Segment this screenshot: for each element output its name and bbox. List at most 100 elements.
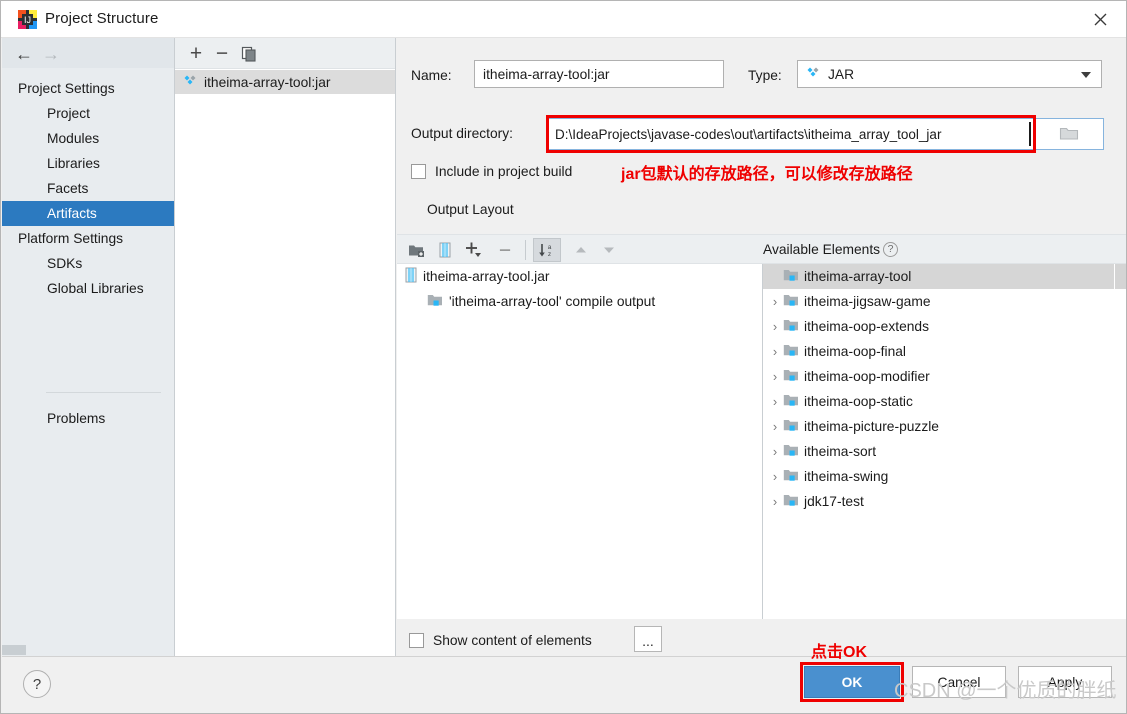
list-item[interactable]: › itheima-oop-extends: [763, 314, 1126, 339]
arrow-up-icon[interactable]: [569, 238, 593, 262]
module-output-icon: [783, 443, 799, 460]
available-elements-list: itheima-array-tool › itheima-jigsaw-game…: [763, 264, 1126, 619]
type-dropdown[interactable]: JAR: [797, 60, 1102, 88]
artifact-list-item[interactable]: itheima-array-tool:jar: [175, 70, 395, 94]
close-icon[interactable]: [1073, 1, 1126, 37]
sidebar-horizontal-scrollbar[interactable]: [2, 644, 174, 656]
folder-icon: [1059, 125, 1079, 144]
artifact-jar-icon: [183, 74, 197, 91]
artifact-jar-icon: [806, 66, 820, 83]
module-output-icon: [783, 318, 799, 335]
sidebar-item-sdks[interactable]: SDKs: [2, 251, 174, 276]
tree-row[interactable]: 'itheima-array-tool' compile output: [397, 289, 762, 314]
annotation-ok-note: 点击OK: [811, 644, 868, 661]
artifacts-toolbar: + −: [175, 38, 395, 69]
toolbar-separator: [525, 240, 526, 260]
list-item-label: itheima-jigsaw-game: [804, 294, 931, 309]
include-in-project-build-checkbox[interactable]: Include in project build: [411, 164, 572, 179]
arrow-down-icon[interactable]: [597, 238, 621, 262]
list-item-label: jdk17-test: [804, 494, 864, 509]
list-item-label: itheima-oop-extends: [804, 319, 930, 334]
apply-button[interactable]: Apply: [1018, 666, 1112, 698]
list-item-label: itheima-sort: [804, 444, 877, 459]
add-folder-icon[interactable]: [403, 238, 429, 262]
archive-icon[interactable]: [433, 238, 457, 262]
sort-az-icon[interactable]: a z: [533, 238, 561, 262]
help-icon[interactable]: ?: [23, 670, 51, 698]
output-directory-value: D:\IdeaProjects\javase-codes\out\artifac…: [555, 126, 942, 142]
more-options-button[interactable]: ...: [634, 626, 662, 652]
scrollbar-thumb[interactable]: [2, 645, 26, 655]
list-item[interactable]: itheima-array-tool: [763, 264, 1126, 289]
tree-row-label: 'itheima-array-tool' compile output: [449, 294, 656, 309]
sidebar-item-list: Project Settings Project Modules Librari…: [2, 76, 174, 301]
list-item[interactable]: › itheima-oop-static: [763, 389, 1126, 414]
sidebar-item-project[interactable]: Project: [2, 101, 174, 126]
chevron-right-icon[interactable]: ›: [767, 394, 783, 409]
sidebar-item-problems[interactable]: Problems: [2, 406, 174, 431]
dialog-footer: ? OK Cancel Apply: [2, 656, 1126, 713]
artifact-list-item-label: itheima-array-tool:jar: [204, 74, 331, 90]
output-directory-input[interactable]: D:\IdeaProjects\javase-codes\out\artifac…: [550, 120, 1032, 148]
settings-sidebar: ← → Project Settings Project Modules Lib…: [2, 38, 175, 656]
chevron-right-icon[interactable]: ›: [767, 319, 783, 334]
chevron-right-icon[interactable]: ›: [767, 294, 783, 309]
list-item[interactable]: › itheima-jigsaw-game: [763, 289, 1126, 314]
back-arrow-icon[interactable]: ←: [13, 43, 35, 65]
list-item[interactable]: › itheima-oop-final: [763, 339, 1126, 364]
output-layout-label: Output Layout: [427, 202, 514, 217]
output-directory-label: Output directory:: [411, 126, 513, 141]
list-item[interactable]: › itheima-swing: [763, 464, 1126, 489]
sidebar-item-modules[interactable]: Modules: [2, 126, 174, 151]
list-item[interactable]: › jdk17-test: [763, 489, 1126, 514]
remove-artifact-button[interactable]: −: [210, 42, 234, 65]
forward-arrow-icon[interactable]: →: [40, 43, 62, 65]
list-item-label: itheima-oop-modifier: [804, 369, 930, 384]
sidebar-item-global-libraries[interactable]: Global Libraries: [2, 276, 174, 301]
module-output-icon: [783, 293, 799, 310]
sidebar-item-libraries[interactable]: Libraries: [2, 151, 174, 176]
name-input[interactable]: itheima-array-tool:jar: [474, 60, 724, 88]
sidebar-group-project-settings: Project Settings: [18, 81, 115, 96]
title-bar: IJ Project Structure: [1, 1, 1126, 38]
module-output-icon: [783, 493, 799, 510]
sidebar-item-facets[interactable]: Facets: [2, 176, 174, 201]
annotation-path-note: jar包默认的存放路径，可以修改存放路径: [621, 166, 913, 183]
svg-text:a: a: [548, 244, 552, 251]
svg-text:IJ: IJ: [24, 15, 31, 25]
list-item[interactable]: › itheima-sort: [763, 439, 1126, 464]
artifacts-list-panel: + − itheima-array-tool:jar: [175, 38, 396, 656]
text-cursor: [1029, 122, 1031, 146]
checkbox-box: [409, 633, 424, 648]
copy-icon[interactable]: [237, 42, 261, 65]
minus-icon[interactable]: −: [493, 238, 517, 262]
help-icon[interactable]: ?: [883, 241, 899, 257]
chevron-right-icon[interactable]: ›: [767, 469, 783, 484]
chevron-right-icon[interactable]: ›: [767, 419, 783, 434]
module-output-icon: [783, 418, 799, 435]
sidebar-navigation: ← →: [2, 38, 174, 68]
artifact-editor-panel: Name: itheima-array-tool:jar Type: JAR O…: [397, 38, 1126, 656]
list-item[interactable]: › itheima-oop-modifier: [763, 364, 1126, 389]
cancel-button[interactable]: Cancel: [912, 666, 1006, 698]
chevron-right-icon[interactable]: ›: [767, 494, 783, 509]
module-output-icon: [783, 368, 799, 385]
list-item[interactable]: › itheima-picture-puzzle: [763, 414, 1126, 439]
checkbox-box: [411, 164, 426, 179]
list-item-label: itheima-oop-final: [804, 344, 906, 359]
show-content-of-elements-checkbox[interactable]: Show content of elements: [409, 633, 592, 648]
type-label: Type:: [748, 68, 782, 83]
list-item-label: itheima-swing: [804, 469, 889, 484]
available-elements-header: Available Elements ?: [763, 234, 1126, 264]
ok-button[interactable]: OK: [804, 666, 900, 698]
sidebar-item-artifacts[interactable]: Artifacts: [2, 201, 174, 226]
browse-folder-button[interactable]: [1036, 120, 1102, 148]
tree-row[interactable]: itheima-array-tool.jar: [397, 264, 762, 289]
chevron-right-icon[interactable]: ›: [767, 344, 783, 359]
chevron-right-icon[interactable]: ›: [767, 444, 783, 459]
chevron-right-icon[interactable]: ›: [767, 369, 783, 384]
add-artifact-button[interactable]: +: [184, 42, 208, 65]
plus-dropdown-icon[interactable]: [461, 238, 487, 262]
available-elements-title: Available Elements: [763, 241, 881, 257]
scrollbar-thumb[interactable]: [1115, 264, 1126, 289]
